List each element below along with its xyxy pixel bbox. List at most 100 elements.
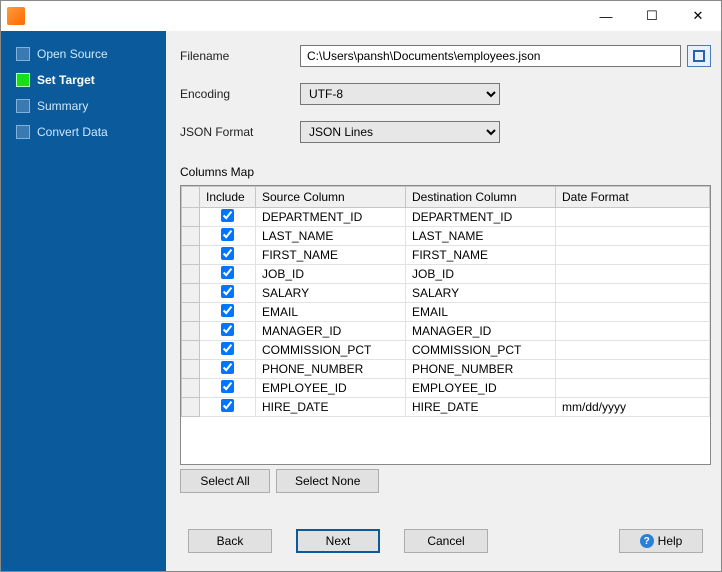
- cell-datefmt[interactable]: [556, 341, 710, 360]
- minimize-button[interactable]: —: [583, 1, 629, 31]
- cell-source[interactable]: LAST_NAME: [256, 227, 406, 246]
- step-icon: [17, 74, 29, 86]
- cancel-button[interactable]: Cancel: [404, 529, 488, 553]
- include-checkbox[interactable]: [221, 323, 234, 336]
- row-header[interactable]: [182, 398, 200, 417]
- cell-source[interactable]: MANAGER_ID: [256, 322, 406, 341]
- row-header[interactable]: [182, 322, 200, 341]
- sidebar-item-label: Open Source: [37, 47, 108, 61]
- include-checkbox[interactable]: [221, 399, 234, 412]
- row-header[interactable]: [182, 360, 200, 379]
- cell-include: [200, 322, 256, 341]
- browse-button[interactable]: [687, 45, 711, 67]
- cell-source[interactable]: FIRST_NAME: [256, 246, 406, 265]
- cell-dest[interactable]: COMMISSION_PCT: [406, 341, 556, 360]
- cell-source[interactable]: JOB_ID: [256, 265, 406, 284]
- col-include[interactable]: Include: [200, 187, 256, 208]
- row-header[interactable]: [182, 284, 200, 303]
- maximize-button[interactable]: ☐: [629, 1, 675, 31]
- include-checkbox[interactable]: [221, 361, 234, 374]
- columns-map-table-wrap: Include Source Column Destination Column…: [180, 185, 711, 465]
- cell-dest[interactable]: PHONE_NUMBER: [406, 360, 556, 379]
- window-controls: — ☐ ✕: [583, 1, 721, 31]
- cell-dest[interactable]: JOB_ID: [406, 265, 556, 284]
- row-header[interactable]: [182, 303, 200, 322]
- row-header[interactable]: [182, 265, 200, 284]
- row-header[interactable]: [182, 341, 200, 360]
- next-button[interactable]: Next: [296, 529, 380, 553]
- col-source[interactable]: Source Column: [256, 187, 406, 208]
- cell-include: [200, 398, 256, 417]
- include-checkbox[interactable]: [221, 266, 234, 279]
- include-checkbox[interactable]: [221, 380, 234, 393]
- help-icon: ?: [640, 534, 654, 548]
- cell-dest[interactable]: DEPARTMENT_ID: [406, 208, 556, 227]
- table-row: SALARYSALARY: [182, 284, 710, 303]
- cell-source[interactable]: PHONE_NUMBER: [256, 360, 406, 379]
- cell-datefmt[interactable]: [556, 227, 710, 246]
- include-checkbox[interactable]: [221, 285, 234, 298]
- sidebar-item-convert-data[interactable]: Convert Data: [1, 119, 166, 145]
- cell-source[interactable]: EMPLOYEE_ID: [256, 379, 406, 398]
- cell-include: [200, 208, 256, 227]
- cell-datefmt[interactable]: [556, 265, 710, 284]
- row-header[interactable]: [182, 208, 200, 227]
- col-datefmt[interactable]: Date Format: [556, 187, 710, 208]
- row-header[interactable]: [182, 227, 200, 246]
- cell-dest[interactable]: SALARY: [406, 284, 556, 303]
- close-button[interactable]: ✕: [675, 1, 721, 31]
- cell-datefmt[interactable]: [556, 246, 710, 265]
- cell-datefmt[interactable]: [556, 284, 710, 303]
- sidebar-item-open-source[interactable]: Open Source: [1, 41, 166, 67]
- include-checkbox[interactable]: [221, 209, 234, 222]
- table-row: COMMISSION_PCTCOMMISSION_PCT: [182, 341, 710, 360]
- table-row: JOB_IDJOB_ID: [182, 265, 710, 284]
- content-panel: Filename Encoding UTF-8 JSON Format JSON…: [166, 31, 721, 571]
- include-checkbox[interactable]: [221, 247, 234, 260]
- cell-datefmt[interactable]: [556, 360, 710, 379]
- columns-map-title: Columns Map: [180, 165, 711, 179]
- select-none-button[interactable]: Select None: [276, 469, 379, 493]
- help-button[interactable]: ? Help: [619, 529, 703, 553]
- cell-dest[interactable]: HIRE_DATE: [406, 398, 556, 417]
- include-checkbox[interactable]: [221, 228, 234, 241]
- back-button[interactable]: Back: [188, 529, 272, 553]
- cell-datefmt[interactable]: [556, 379, 710, 398]
- table-row: EMAILEMAIL: [182, 303, 710, 322]
- sidebar-item-label: Summary: [37, 99, 88, 113]
- cell-source[interactable]: HIRE_DATE: [256, 398, 406, 417]
- cell-source[interactable]: DEPARTMENT_ID: [256, 208, 406, 227]
- encoding-select[interactable]: UTF-8: [300, 83, 500, 105]
- table-row: DEPARTMENT_IDDEPARTMENT_ID: [182, 208, 710, 227]
- cell-include: [200, 227, 256, 246]
- cell-source[interactable]: SALARY: [256, 284, 406, 303]
- cell-dest[interactable]: LAST_NAME: [406, 227, 556, 246]
- filename-input[interactable]: [300, 45, 681, 67]
- cell-dest[interactable]: FIRST_NAME: [406, 246, 556, 265]
- cell-datefmt[interactable]: [556, 303, 710, 322]
- select-all-button[interactable]: Select All: [180, 469, 270, 493]
- include-checkbox[interactable]: [221, 304, 234, 317]
- cell-include: [200, 360, 256, 379]
- jsonformat-select[interactable]: JSON Lines: [300, 121, 500, 143]
- sidebar-item-set-target[interactable]: Set Target: [1, 67, 166, 93]
- row-header[interactable]: [182, 246, 200, 265]
- app-icon: [7, 7, 25, 25]
- cell-include: [200, 265, 256, 284]
- sidebar-item-label: Convert Data: [37, 125, 108, 139]
- include-checkbox[interactable]: [221, 342, 234, 355]
- cell-dest[interactable]: EMAIL: [406, 303, 556, 322]
- cell-datefmt[interactable]: [556, 322, 710, 341]
- sidebar-item-label: Set Target: [37, 73, 95, 87]
- cell-source[interactable]: EMAIL: [256, 303, 406, 322]
- row-header[interactable]: [182, 379, 200, 398]
- table-row: LAST_NAMELAST_NAME: [182, 227, 710, 246]
- cell-dest[interactable]: MANAGER_ID: [406, 322, 556, 341]
- cell-datefmt[interactable]: [556, 208, 710, 227]
- wizard-sidebar: Open Source Set Target Summary Convert Data: [1, 31, 166, 571]
- cell-datefmt[interactable]: mm/dd/yyyy: [556, 398, 710, 417]
- cell-source[interactable]: COMMISSION_PCT: [256, 341, 406, 360]
- col-dest[interactable]: Destination Column: [406, 187, 556, 208]
- sidebar-item-summary[interactable]: Summary: [1, 93, 166, 119]
- cell-dest[interactable]: EMPLOYEE_ID: [406, 379, 556, 398]
